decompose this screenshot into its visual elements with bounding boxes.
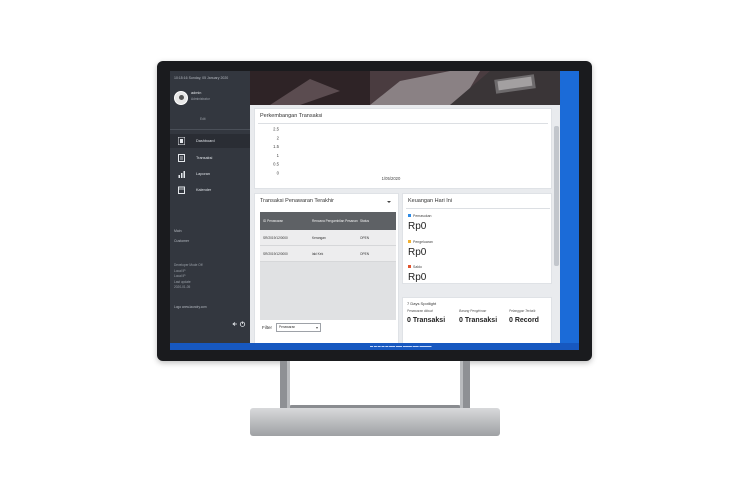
sidebar-item-laporan[interactable]: Laporan bbox=[170, 167, 250, 181]
transaction-icon bbox=[178, 154, 185, 162]
sidebar-item-label: Laporan bbox=[196, 172, 210, 176]
scrollbar-thumb[interactable] bbox=[554, 126, 559, 266]
power-icon[interactable] bbox=[239, 321, 246, 327]
y-tick-label: 0 bbox=[277, 171, 280, 176]
monitor-frame: 10:15:16 Sunday, 05 January 2020 admin A… bbox=[157, 61, 592, 361]
logout-icon[interactable] bbox=[232, 322, 237, 326]
user-name: admin bbox=[191, 91, 202, 95]
spotlight-stat-value: 0 Record bbox=[509, 317, 539, 324]
sidebar-item-kalender[interactable]: Kalender bbox=[170, 183, 250, 197]
main-content: Perkembangan Transaksi 2.5 2 1.5 1 0.5 0 1/05/… bbox=[250, 71, 579, 350]
column-header[interactable]: Status bbox=[360, 219, 369, 223]
y-tick-label: 2 bbox=[277, 135, 280, 140]
recent-offers-card: Transaksi Penawaran Terakhir ID Penawara… bbox=[254, 193, 399, 350]
table-cell: SR/2019/12/0000 bbox=[263, 236, 288, 240]
finance-item-value: Rp0 bbox=[408, 247, 427, 258]
report-icon bbox=[178, 171, 185, 178]
finance-item-label: Pengeluaran bbox=[408, 240, 433, 244]
banner-photo bbox=[250, 71, 560, 105]
table-row[interactable]: SR/2019/12/0000 laki Kek OPEN bbox=[260, 246, 396, 262]
sidebar-item-label: Transaksi bbox=[196, 156, 213, 160]
transaction-chart-card: Perkembangan Transaksi 2.5 2 1.5 1 0.5 0 1/05/… bbox=[254, 108, 552, 189]
filter-label: Filter bbox=[262, 325, 272, 330]
finance-item-label: Saldo bbox=[408, 265, 422, 269]
developer-info: Developer Mode Off Local IP Local IP Las… bbox=[174, 263, 202, 291]
table-header: ID Penawaran Rencana Pengambilan Pesanan… bbox=[260, 212, 396, 230]
window-edge-strip bbox=[560, 71, 579, 350]
finance-item-label: Pemasukan bbox=[408, 214, 431, 218]
monitor-stand bbox=[275, 361, 475, 411]
today-finance-card: Keuangan Hari Ini Pemasukan Rp0 Pengelua… bbox=[402, 193, 552, 284]
y-tick-label: 1.5 bbox=[273, 144, 279, 149]
table-cell: laki Kek bbox=[312, 252, 324, 256]
transaction-chart: 2.5 2 1.5 1 0.5 0 1/05/2020 bbox=[273, 127, 401, 182]
recent-offers-table: ID Penawaran Rencana Pengambilan Pesanan… bbox=[260, 212, 396, 320]
spotlight-stat-label: Barang Pengiriman bbox=[459, 309, 487, 313]
finance-card-title: Keuangan Hari Ini bbox=[408, 198, 453, 204]
table-cell: Kerangan bbox=[312, 236, 326, 240]
x-tick-label: 1/05/2020 bbox=[382, 176, 401, 181]
finance-item-label-text: Pemasukan bbox=[413, 214, 432, 218]
edit-profile-link[interactable]: Edit bbox=[200, 117, 206, 121]
developer-line: 2020-01-05 bbox=[174, 285, 191, 289]
finance-item-value: Rp0 bbox=[408, 272, 427, 283]
calendar-icon bbox=[178, 186, 185, 194]
clock-text: 10:15:16 Sunday, 05 January 2020 bbox=[174, 76, 229, 80]
y-tick-label: 0.5 bbox=[273, 162, 279, 167]
sidebar-bottom-icons bbox=[232, 321, 246, 327]
menu-section-title: Main bbox=[174, 229, 182, 233]
spotlight-title: 7 Days Spotlight bbox=[407, 301, 437, 306]
taskbar-tray: ▬ ▬ ▬ ▬ ▬ ▬▬ ▬▬ ▬▬▬ ▬▬ ▬▬▬▬ bbox=[370, 344, 432, 348]
finance-item-label-text: Saldo bbox=[413, 265, 422, 269]
y-tick-label: 2.5 bbox=[273, 127, 279, 132]
sidebar-footer: Logo www.laundry.com bbox=[174, 305, 207, 309]
column-header[interactable]: Rencana Pengambilan Pesanan bbox=[312, 219, 358, 223]
filter-select[interactable]: Penawaran bbox=[276, 323, 321, 332]
avatar[interactable] bbox=[174, 91, 188, 105]
y-tick-label: 1 bbox=[277, 153, 280, 158]
recent-offers-title: Transaksi Penawaran Terakhir bbox=[260, 198, 334, 204]
sidebar: 10:15:16 Sunday, 05 January 2020 admin A… bbox=[170, 71, 250, 350]
sidebar-item-transaksi[interactable]: Transaksi bbox=[170, 151, 250, 165]
chevron-down-icon[interactable] bbox=[387, 201, 391, 203]
spotlight-stat-value: 0 Transaksi bbox=[459, 317, 498, 324]
app-screen: 10:15:16 Sunday, 05 January 2020 admin A… bbox=[170, 71, 579, 350]
table-cell: OPEN bbox=[360, 236, 370, 240]
dashboard-icon bbox=[178, 137, 185, 145]
table-cell: OPEN bbox=[360, 252, 370, 256]
sidebar-item-dashboard[interactable]: Dashboard bbox=[170, 134, 250, 148]
finance-item-label-text: Pengeluaran bbox=[413, 240, 433, 244]
header-banner-image bbox=[250, 71, 560, 105]
sidebar-item-label: Kalender bbox=[196, 188, 212, 192]
spotlight-stat-label: Penawaran dibuat bbox=[407, 309, 433, 313]
sidebar-item-customer[interactable]: Customer bbox=[174, 239, 189, 243]
finance-item-value: Rp0 bbox=[408, 221, 427, 232]
column-header[interactable]: ID Penawaran bbox=[263, 219, 283, 223]
developer-line: Developer Mode Off bbox=[174, 263, 203, 267]
table-cell: SR/2019/12/0000 bbox=[263, 252, 288, 256]
user-role: Administrator bbox=[191, 97, 210, 101]
table-row[interactable]: SR/2019/12/0000 Kerangan OPEN bbox=[260, 230, 396, 246]
sidebar-divider bbox=[170, 129, 250, 130]
spotlight-stat-value: 0 Transaksi bbox=[407, 317, 446, 324]
spotlight-stat-label: Pelanggan Terbaik bbox=[509, 309, 536, 313]
data-point bbox=[390, 172, 392, 174]
stand-base bbox=[250, 408, 500, 436]
card-divider bbox=[406, 208, 550, 209]
product-mockup: 10:15:16 Sunday, 05 January 2020 admin A… bbox=[0, 0, 750, 500]
sidebar-item-label: Dashboard bbox=[196, 139, 215, 143]
